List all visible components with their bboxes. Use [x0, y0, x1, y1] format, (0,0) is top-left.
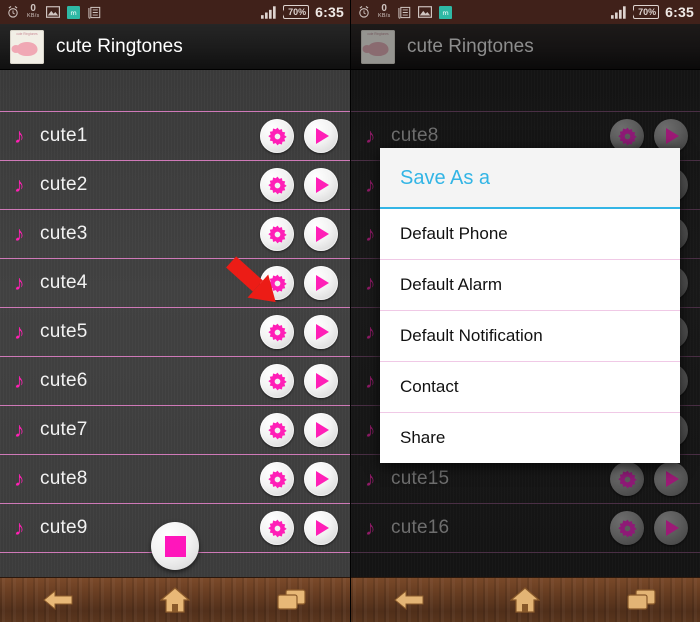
signal-bars-icon	[261, 5, 276, 19]
save-as-dialog: Save As a Default Phone Default Alarm Defa…	[380, 148, 680, 463]
play-icon	[316, 324, 329, 340]
clock: 6:35	[315, 4, 344, 20]
stop-icon	[164, 535, 186, 557]
music-note-icon: ♪	[14, 418, 25, 442]
documents-icon	[88, 6, 101, 19]
gear-button[interactable]	[260, 462, 294, 496]
cute-ringtones-app-icon: cute Ringtones	[10, 29, 44, 64]
play-icon	[316, 471, 329, 487]
gallery-icon	[46, 6, 61, 18]
play-button[interactable]	[304, 217, 338, 251]
play-button[interactable]	[304, 462, 338, 496]
row-actions	[260, 315, 338, 349]
back-arrow-icon[interactable]	[35, 585, 81, 615]
row-actions	[260, 217, 338, 251]
pig-illustration	[11, 41, 38, 56]
music-note-icon: ♪	[14, 320, 25, 344]
status-bar-left-icons: 0 KB/s m	[6, 4, 101, 20]
home-icon[interactable]	[152, 585, 198, 615]
page-title: cute Ringtones	[56, 35, 183, 57]
dialog-title: Save As a	[400, 167, 491, 189]
play-button[interactable]	[304, 413, 338, 447]
row-actions	[260, 462, 338, 496]
dialog-option[interactable]: Share	[380, 413, 680, 463]
list-item[interactable]: ♪ cute8	[0, 455, 350, 504]
red-arrow-pointer	[216, 252, 290, 315]
dialog-header: Save As a	[380, 148, 680, 209]
play-button[interactable]	[304, 315, 338, 349]
right-phone-screen: 0 KB/s m 70% 6:35 cute Ringtones cute Ri…	[350, 0, 700, 622]
play-button[interactable]	[304, 168, 338, 202]
play-icon	[316, 275, 329, 291]
ringtone-name: cute1	[40, 125, 88, 146]
music-note-icon: ♪	[14, 173, 25, 197]
ringtone-name: cute9	[40, 517, 88, 538]
system-nav-bar	[0, 577, 350, 622]
gear-button[interactable]	[260, 315, 294, 349]
ringtone-name: cute8	[40, 468, 88, 489]
app-icon-caption: cute Ringtones	[16, 31, 38, 36]
app-title-bar: cute Ringtones cute Ringtones	[0, 24, 350, 70]
stop-playback-button[interactable]	[151, 522, 199, 570]
ringtone-name: cute5	[40, 321, 88, 342]
recent-apps-icon[interactable]	[269, 585, 315, 615]
music-note-icon: ♪	[14, 124, 25, 148]
gear-button[interactable]	[260, 413, 294, 447]
list-item[interactable]: ♪ cute5	[0, 308, 350, 357]
dialog-option[interactable]: Default Phone	[380, 209, 680, 260]
gear-button[interactable]	[260, 364, 294, 398]
row-actions	[260, 364, 338, 398]
ringtone-name: cute7	[40, 419, 88, 440]
list-item[interactable]: ♪ cute6	[0, 357, 350, 406]
gear-button[interactable]	[260, 119, 294, 153]
ringtone-name: cute4	[40, 272, 88, 293]
list-item[interactable]: ♪ cute3	[0, 210, 350, 259]
alarm-clock-icon	[8, 5, 18, 18]
dialog-option[interactable]: Default Notification	[380, 311, 680, 362]
music-note-icon: ♪	[14, 369, 25, 393]
row-actions	[260, 511, 338, 545]
status-bar: 0 KB/s m 70% 6:35	[0, 0, 350, 24]
list-item[interactable]: ♪ cute1	[0, 112, 350, 161]
music-note-icon: ♪	[14, 222, 25, 246]
ringtone-name: cute3	[40, 223, 88, 244]
battery-indicator: 70%	[283, 5, 310, 19]
row-actions	[260, 168, 338, 202]
music-note-icon: ♪	[14, 467, 25, 491]
left-phone-screen: 0 KB/s m 70% 6:35 cute Ringtones cute Ri…	[0, 0, 350, 622]
gear-button[interactable]	[260, 511, 294, 545]
network-speed-unit: KB/s	[27, 13, 40, 20]
network-speed-icon: 0 KB/s	[27, 4, 39, 20]
gear-button[interactable]	[260, 217, 294, 251]
list-item[interactable]: ♪ cute4	[0, 259, 350, 308]
play-icon	[316, 226, 329, 242]
play-button[interactable]	[304, 364, 338, 398]
play-button[interactable]	[304, 119, 338, 153]
ringtone-name: cute2	[40, 174, 88, 195]
dialog-option[interactable]: Default Alarm	[380, 260, 680, 311]
play-button[interactable]	[304, 266, 338, 300]
list-item[interactable]: ♪ cute7	[0, 406, 350, 455]
dual-screenshot-container: 0 KB/s m 70% 6:35 cute Ringtones cute Ri…	[0, 0, 700, 622]
music-note-icon: ♪	[14, 271, 25, 295]
ringtone-name: cute6	[40, 370, 88, 391]
status-bar-right-icons: 70% 6:35	[261, 4, 344, 20]
dialog-option[interactable]: Contact	[380, 362, 680, 413]
play-button[interactable]	[304, 511, 338, 545]
play-icon	[316, 128, 329, 144]
list-item[interactable]: ♪ cute2	[0, 161, 350, 210]
play-icon	[316, 177, 329, 193]
play-icon	[316, 422, 329, 438]
row-actions	[260, 119, 338, 153]
play-icon	[316, 520, 329, 536]
row-actions	[260, 413, 338, 447]
list-top-spacer	[0, 70, 350, 112]
app-teal-icon: m	[67, 5, 81, 19]
gear-button[interactable]	[260, 168, 294, 202]
svg-text:m: m	[71, 9, 77, 17]
play-icon	[316, 373, 329, 389]
music-note-icon: ♪	[14, 516, 25, 540]
